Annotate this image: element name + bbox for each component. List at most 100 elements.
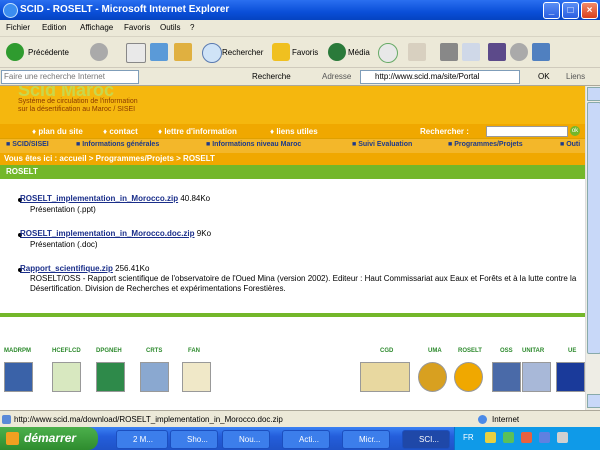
section-nav: ■ SCID/SISEI ■ Informations générales ■ … — [0, 138, 585, 153]
taskbar-item[interactable]: Sho... — [170, 430, 218, 449]
tray-icon[interactable] — [485, 432, 496, 443]
start-button[interactable]: démarrer — [0, 427, 98, 450]
site-search-go[interactable]: ok — [570, 126, 580, 136]
taskbar-item[interactable]: Micr... — [342, 430, 390, 449]
windows-logo-icon — [6, 432, 19, 445]
refresh-icon[interactable] — [150, 43, 168, 61]
toolbar: Précédente Rechercher Favoris Média — [0, 37, 600, 68]
mail-icon[interactable] — [408, 43, 426, 61]
status-url: http://www.scid.ma/download/ROSELT_imple… — [14, 415, 283, 424]
section-title: ROSELT — [6, 167, 38, 176]
menu-favoris[interactable]: Favoris — [124, 23, 150, 32]
menu-outils[interactable]: ■ Outi — [560, 141, 580, 148]
status-bar: http://www.scid.ma/download/ROSELT_imple… — [0, 410, 600, 428]
site-search-input[interactable] — [486, 126, 568, 137]
taskbar-item[interactable]: Nou... — [222, 430, 270, 449]
file-link[interactable]: ROSELT_implementation_in_Morocco.zip — [20, 194, 178, 203]
menu-affichage[interactable]: Affichage — [80, 23, 113, 32]
fan-logo[interactable] — [182, 362, 211, 392]
favorites-label[interactable]: Favoris — [292, 48, 318, 57]
tray-icon[interactable] — [557, 432, 568, 443]
file-desc: Présentation (.ppt) — [30, 205, 96, 214]
globe-icon — [478, 415, 487, 424]
file-item: ROSELT_implementation_in_Morocco.zip 40.… — [20, 194, 211, 203]
unitar-logo[interactable] — [522, 362, 551, 392]
partner-label: CRTS — [146, 348, 163, 354]
roselt-logo[interactable] — [454, 362, 483, 392]
nav-contact[interactable]: ♦ contact — [103, 127, 138, 136]
breadcrumb: Vous êtes ici : accueil > Programmes/Pro… — [0, 153, 585, 165]
menu-fichier[interactable]: Fichier — [6, 23, 30, 32]
address-field[interactable]: http://www.scid.ma/site/Portal — [360, 70, 520, 84]
file-desc: Présentation (.doc) — [30, 240, 98, 249]
dpgneh-logo[interactable] — [96, 362, 125, 392]
nav-newsletter[interactable]: ♦ lettre d'information — [158, 127, 237, 136]
scroll-down-icon[interactable] — [587, 394, 600, 408]
minimize-button[interactable]: _ — [543, 2, 560, 19]
menu-scid-sisei[interactable]: ■ SCID/SISEI — [6, 141, 49, 148]
uma-logo[interactable] — [418, 362, 447, 392]
close-button[interactable]: × — [581, 2, 598, 19]
nav-liens-utiles[interactable]: ♦ liens utiles — [270, 127, 318, 136]
discuss-icon[interactable] — [488, 43, 506, 61]
back-label[interactable]: Précédente — [28, 48, 69, 57]
taskbar-item[interactable]: Acti... — [282, 430, 330, 449]
messenger-icon[interactable] — [510, 43, 528, 61]
file-link[interactable]: Rapport_scientifique.zip — [20, 264, 113, 273]
taskbar-item[interactable]: 2 M... — [116, 430, 168, 449]
vertical-scrollbar[interactable] — [585, 86, 600, 410]
partner-label: DPGNEH — [96, 348, 122, 354]
status-zone: Internet — [492, 415, 520, 424]
forward-arrow-icon[interactable] — [90, 43, 108, 61]
site-search-label: Rechercher : — [420, 127, 469, 136]
hcefcld-logo[interactable] — [52, 362, 81, 392]
menu-outils[interactable]: Outils — [160, 23, 180, 32]
site-header: Scid Maroc Système de circulation de l'i… — [0, 86, 585, 124]
menu-programmes-projets[interactable]: ■ Programmes/Projets — [448, 141, 523, 148]
page-viewport: Scid Maroc Système de circulation de l'i… — [0, 86, 585, 410]
go-button[interactable]: OK — [538, 72, 550, 81]
madrpm-logo[interactable] — [4, 362, 33, 392]
tray-icon[interactable] — [503, 432, 514, 443]
stop-icon[interactable] — [126, 43, 146, 63]
cgd-logo[interactable] — [360, 362, 410, 392]
oss-logo[interactable] — [492, 362, 521, 392]
taskbar-item-active[interactable]: SCI... — [402, 430, 450, 449]
maximize-button[interactable]: □ — [562, 2, 579, 19]
scroll-thumb[interactable] — [587, 102, 600, 354]
file-link[interactable]: ROSELT_implementation_in_Morocco.doc.zip — [20, 229, 195, 238]
menu-infos-generales[interactable]: ■ Informations générales — [76, 141, 159, 148]
language-indicator[interactable]: FR — [463, 433, 474, 442]
research-icon[interactable] — [532, 43, 550, 61]
history-icon[interactable] — [378, 43, 398, 63]
address-row: Faire une recherche Internet Recherche A… — [0, 68, 600, 86]
eu-logo[interactable] — [556, 362, 585, 392]
menu-infos-maroc[interactable]: ■ Informations niveau Maroc — [206, 141, 301, 148]
internet-search-field[interactable]: Faire une recherche Internet — [1, 70, 139, 84]
recherche-button[interactable]: Recherche — [252, 72, 291, 81]
tray-icon[interactable] — [539, 432, 550, 443]
partner-label: UE — [568, 348, 577, 354]
menu-suivi-evaluation[interactable]: ■ Suivi Evaluation — [352, 141, 412, 148]
search-icon[interactable] — [202, 43, 222, 63]
print-icon[interactable] — [440, 43, 458, 61]
favorites-star-icon[interactable] — [272, 43, 290, 61]
tray-icon[interactable] — [521, 432, 532, 443]
nav-plan-site[interactable]: ♦ plan du site — [32, 127, 83, 136]
menu-edition[interactable]: Edition — [42, 23, 66, 32]
media-label[interactable]: Média — [348, 48, 370, 57]
back-arrow-icon[interactable] — [6, 43, 24, 61]
menu-help[interactable]: ? — [190, 23, 194, 32]
edit-icon[interactable] — [462, 43, 480, 61]
home-icon[interactable] — [174, 43, 192, 61]
section-divider — [0, 313, 585, 317]
crts-logo[interactable] — [140, 362, 169, 392]
links-label[interactable]: Liens — [566, 72, 585, 81]
partner-label: UMA — [428, 348, 442, 354]
menu-bar: Fichier Edition Affichage Favoris Outils… — [0, 20, 600, 37]
media-icon[interactable] — [328, 43, 346, 61]
partner-label: MADRPM — [4, 348, 31, 354]
search-label[interactable]: Rechercher — [222, 48, 263, 57]
section-title-bar: ROSELT — [0, 165, 585, 179]
scroll-up-icon[interactable] — [587, 87, 600, 101]
